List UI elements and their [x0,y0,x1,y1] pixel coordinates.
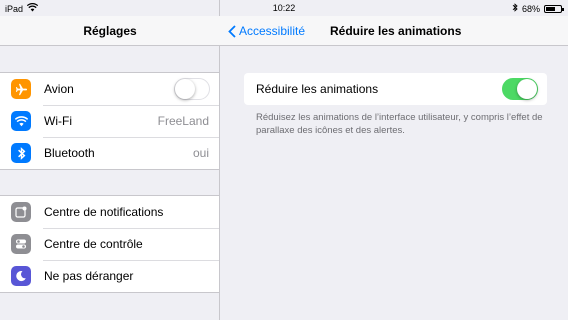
airplane-icon [11,79,31,99]
bluetooth-icon [11,143,31,163]
reduce-motion-description: Réduisez les animations de l’interface u… [256,112,543,136]
sidebar-item-label: Ne pas déranger [44,269,134,283]
wifi-network-value: FreeLand [157,114,209,128]
detail-pane: Accessibilité Réduire les animations Réd… [220,0,568,320]
chevron-left-icon [228,24,236,38]
airplane-mode-toggle[interactable] [174,78,210,100]
battery-icon [544,4,564,13]
sidebar-item-label: Centre de contrôle [44,237,143,251]
reduce-motion-label: Réduire les animations [256,82,379,96]
settings-group-centers: Centre de notifications Centre de contrô… [0,195,219,293]
notifications-icon [11,202,31,222]
back-button[interactable]: Accessibilité [228,16,305,46]
reduce-motion-toggle[interactable] [502,78,538,100]
sidebar-title: Réglages [0,16,220,46]
moon-icon [11,266,31,286]
control-center-icon [11,234,31,254]
sidebar-item-label: Avion [44,82,74,96]
status-right: 68% [512,3,564,14]
sidebar-item-label: Wi-Fi [44,114,72,128]
sidebar-item-label: Bluetooth [44,146,95,160]
bluetooth-status-icon [512,3,518,14]
wifi-icon [11,111,31,131]
sidebar-item-do-not-disturb[interactable]: Ne pas déranger [0,260,219,292]
settings-group-connectivity: Avion Wi-Fi FreeLand Bluetooth oui [0,72,219,170]
sidebar-item-control-center[interactable]: Centre de contrôle [0,228,219,260]
bluetooth-status-value: oui [192,146,209,160]
status-bar: iPad 10:22 68% [0,0,568,16]
settings-sidebar: Réglages Avion Wi-Fi FreeLand Bluetooth … [0,0,220,320]
battery-percent: 68% [521,3,540,14]
sidebar-item-bluetooth[interactable]: Bluetooth oui [0,137,219,169]
back-button-label: Accessibilité [239,24,306,38]
sidebar-item-label: Centre de notifications [44,205,164,219]
detail-nav-bar: Accessibilité Réduire les animations [220,16,568,46]
sidebar-item-avion[interactable]: Avion [0,73,219,105]
clock: 10:22 [272,3,296,13]
sidebar-item-notifications[interactable]: Centre de notifications [0,196,219,228]
reduce-motion-setting: Réduire les animations [244,73,547,105]
sidebar-item-wifi[interactable]: Wi-Fi FreeLand [0,105,219,137]
page-title: Réduire les animations [330,24,462,38]
